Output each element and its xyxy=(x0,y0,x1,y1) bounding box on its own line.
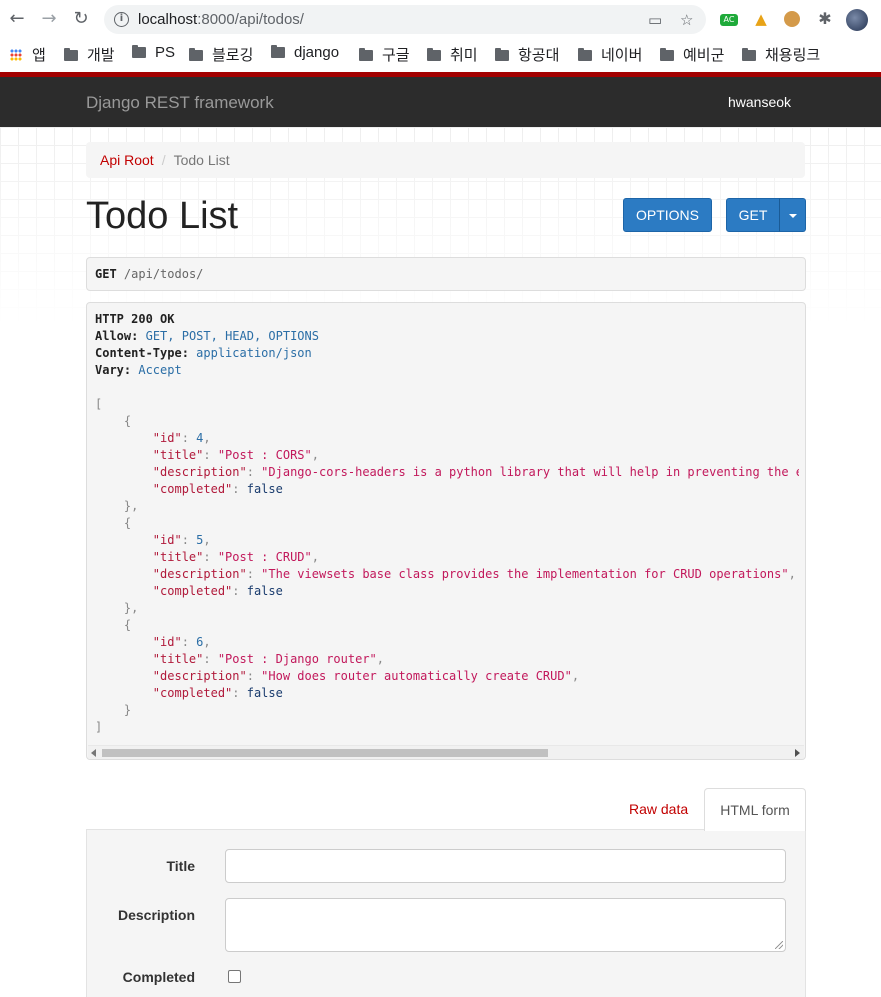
header-value: Accept xyxy=(138,363,182,377)
puzzle-icon[interactable]: ✱ xyxy=(816,10,834,28)
url-host: localhost xyxy=(138,11,198,28)
todo-completed: false xyxy=(246,686,283,700)
user-menu[interactable]: hwanseok xyxy=(728,94,791,110)
bookmark-label: 채용링크 xyxy=(765,47,821,64)
tab-html-form[interactable]: HTML form xyxy=(704,788,806,831)
bookmark-label: 앱 xyxy=(32,47,46,64)
bookmark-label: 취미 xyxy=(450,47,478,64)
browser-toolbar: ← → ↻ i localhost:8000/api/todos/ ▭ ☆ AC… xyxy=(0,0,881,40)
todo-description: "Django-cors-headers is a python library… xyxy=(261,465,799,479)
description-textarea[interactable] xyxy=(225,898,786,952)
completed-label: Completed xyxy=(122,969,195,985)
request-path: /api/todos/ xyxy=(123,267,204,281)
cookie-extension-icon[interactable] xyxy=(784,11,800,27)
breadcrumb: Api Root / Todo List xyxy=(86,142,805,178)
header-value: GET, POST, HEAD, OPTIONS xyxy=(145,329,319,343)
breadcrumb-separator: / xyxy=(161,152,166,168)
folder-icon xyxy=(64,48,78,61)
scrollbar-thumb[interactable] xyxy=(102,749,548,757)
bookmark-label: 구글 xyxy=(382,47,410,64)
navbar-brand[interactable]: Django REST framework xyxy=(86,93,274,113)
request-info: GET /api/todos/ xyxy=(86,257,806,291)
bookmark-folder[interactable]: 취미 xyxy=(427,44,478,65)
description-label: Description xyxy=(117,907,195,923)
bookmark-label: 네이버 xyxy=(601,47,643,64)
bookmark-label: 예비군 xyxy=(683,47,725,64)
folder-icon xyxy=(495,48,509,61)
todo-title: "Post : Django router" xyxy=(217,652,377,666)
bookmark-folder[interactable]: 항공대 xyxy=(495,44,559,65)
scroll-left-icon[interactable] xyxy=(91,749,96,757)
header-name: Content-Type: xyxy=(95,346,189,360)
bookmark-folder[interactable]: 채용링크 xyxy=(742,44,820,65)
bookmark-label: django xyxy=(294,44,340,61)
bookmark-label: 블로깅 xyxy=(212,47,254,64)
folder-icon xyxy=(427,48,441,61)
bookmark-folder[interactable]: 블로깅 xyxy=(189,44,253,65)
todo-title: "Post : CORS" xyxy=(217,448,312,462)
response-panel: HTTP 200 OK Allow: GET, POST, HEAD, OPTI… xyxy=(86,302,806,760)
apps-grid-icon xyxy=(10,49,22,61)
forward-arrow-icon[interactable]: → xyxy=(38,8,60,30)
resize-handle-icon[interactable] xyxy=(775,941,783,949)
bookmark-folder[interactable]: 구글 xyxy=(359,44,410,65)
request-method: GET xyxy=(95,267,117,281)
info-icon[interactable]: i xyxy=(114,12,129,27)
completed-checkbox[interactable] xyxy=(228,970,241,983)
cast-icon[interactable]: ▭ xyxy=(648,11,662,29)
bookmark-folder[interactable]: PS xyxy=(132,44,175,61)
folder-icon xyxy=(189,48,203,61)
reload-icon[interactable]: ↻ xyxy=(70,8,92,30)
url-text: localhost:8000/api/todos/ xyxy=(138,11,304,28)
url-path: :8000/api/todos/ xyxy=(197,11,304,28)
todo-completed: false xyxy=(246,584,283,598)
todo-description: "How does router automatically create CR… xyxy=(261,669,572,683)
page-title: Todo List xyxy=(86,195,239,237)
title-input[interactable] xyxy=(225,849,786,883)
address-bar[interactable]: i localhost:8000/api/todos/ ▭ ☆ xyxy=(104,5,706,34)
header-name: Allow: xyxy=(95,329,139,343)
bookmark-apps[interactable]: 앱 xyxy=(10,44,46,65)
html-form: Title Description Completed xyxy=(86,829,806,997)
bookmarks-bar: 앱 개발 PS 블로깅 django 구글 취미 항공대 네이버 예비군 채용링… xyxy=(0,40,881,68)
folder-icon xyxy=(359,48,373,61)
breadcrumb-current: Todo List xyxy=(173,152,230,168)
bookmark-folder[interactable]: 예비군 xyxy=(660,44,724,65)
response-status: HTTP 200 OK xyxy=(95,312,175,326)
header-value: application/json xyxy=(196,346,312,360)
folder-icon xyxy=(132,45,146,58)
navbar: Django REST framework hwanseok xyxy=(0,77,881,127)
folder-icon xyxy=(660,48,674,61)
todo-description: "The viewsets base class provides the im… xyxy=(261,567,789,581)
get-format-dropdown[interactable] xyxy=(779,198,806,232)
caret-down-icon xyxy=(788,214,797,218)
folder-icon xyxy=(578,48,592,61)
bookmark-label: 개발 xyxy=(87,47,115,64)
tab-raw-data[interactable]: Raw data xyxy=(629,801,688,817)
header-name: Vary: xyxy=(95,363,132,377)
options-button[interactable]: OPTIONS xyxy=(623,198,712,232)
response-content: HTTP 200 OK Allow: GET, POST, HEAD, OPTI… xyxy=(95,311,799,741)
todo-title: "Post : CRUD" xyxy=(217,550,312,564)
get-button[interactable]: GET xyxy=(726,198,780,232)
profile-avatar[interactable] xyxy=(846,9,868,31)
bookmark-folder[interactable]: 개발 xyxy=(64,44,115,65)
horizontal-scrollbar[interactable] xyxy=(88,745,804,759)
bookmark-folder[interactable]: django xyxy=(271,44,339,61)
bookmark-folder[interactable]: 네이버 xyxy=(578,44,642,65)
star-icon[interactable]: ☆ xyxy=(680,11,693,29)
title-label: Title xyxy=(166,858,195,874)
ac-extension-icon[interactable]: AC xyxy=(720,14,738,26)
todo-completed: false xyxy=(246,482,283,496)
folder-icon xyxy=(271,45,285,58)
back-arrow-icon[interactable]: ← xyxy=(6,8,28,30)
breadcrumb-api-root[interactable]: Api Root xyxy=(100,152,154,168)
bookmark-label: 항공대 xyxy=(518,47,560,64)
bookmark-label: PS xyxy=(155,44,176,61)
scroll-right-icon[interactable] xyxy=(795,749,800,757)
folder-icon xyxy=(742,48,756,61)
drive-extension-icon[interactable]: ▲ xyxy=(752,10,770,28)
